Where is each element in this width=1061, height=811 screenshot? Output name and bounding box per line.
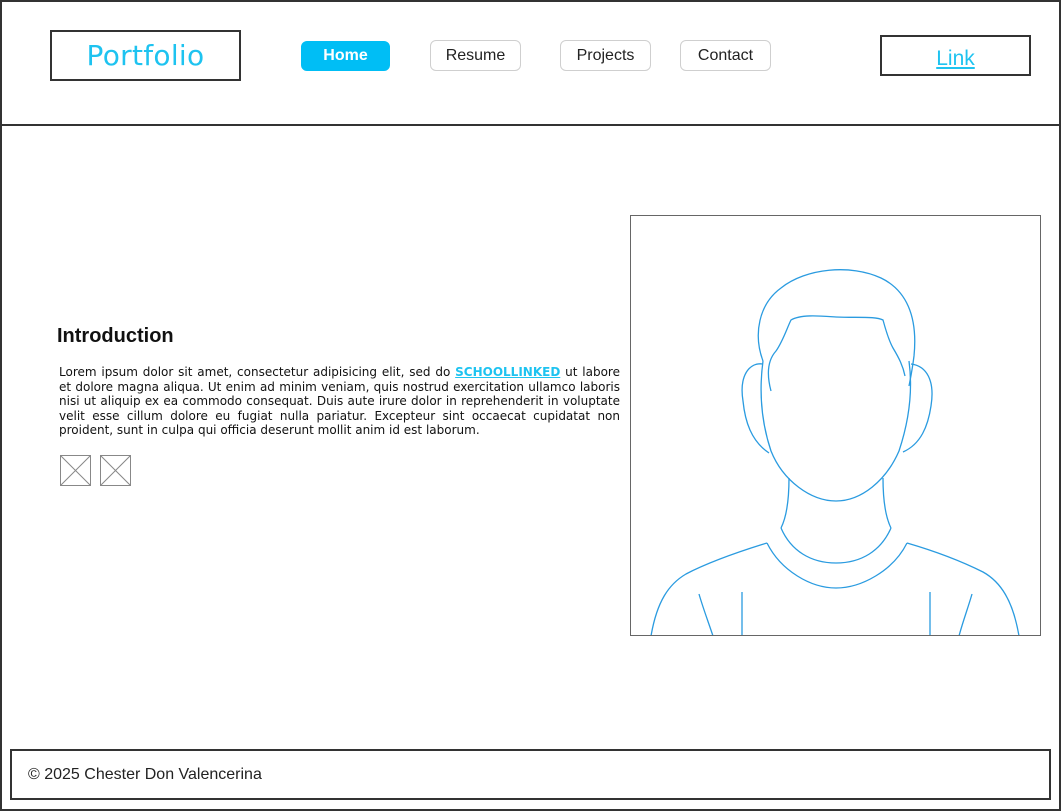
user-portrait-icon bbox=[650, 269, 1020, 635]
logo-text: Portfolio bbox=[86, 39, 205, 72]
nav-contact-button[interactable]: Contact bbox=[680, 40, 771, 71]
intro-title: Introduction bbox=[57, 325, 174, 347]
intro-text-start: Lorem ipsum dolor sit amet, consectetur … bbox=[59, 365, 456, 379]
image-placeholder-icon[interactable] bbox=[60, 455, 91, 486]
image-placeholder-icon[interactable] bbox=[100, 455, 131, 486]
footer-copyright: © 2025 Chester Don Valencerina bbox=[28, 765, 262, 783]
footer: © 2025 Chester Don Valencerina bbox=[10, 749, 1051, 800]
schoollinked-link[interactable]: SCHOOLLINKED bbox=[455, 365, 560, 379]
nav-projects-button[interactable]: Projects bbox=[560, 40, 651, 71]
nav-resume-button[interactable]: Resume bbox=[430, 40, 521, 71]
logo[interactable]: Portfolio bbox=[50, 30, 241, 81]
intro-body: Lorem ipsum dolor sit amet, consectetur … bbox=[59, 365, 620, 438]
header-link-box: Link bbox=[880, 35, 1031, 76]
nav-home-button[interactable]: Home bbox=[301, 41, 390, 71]
header-divider bbox=[0, 124, 1061, 126]
header-link[interactable]: Link bbox=[936, 41, 975, 71]
portrait-image bbox=[630, 215, 1041, 636]
